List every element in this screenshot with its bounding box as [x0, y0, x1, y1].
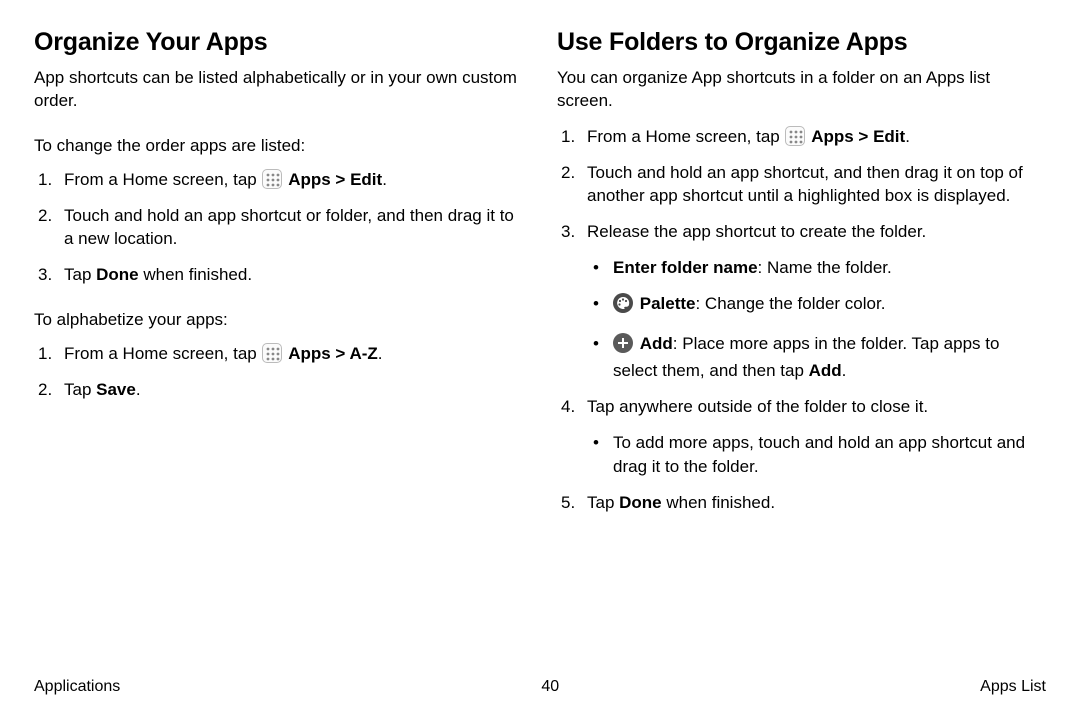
change-order-list: From a Home screen, tap Apps > Edit. Tou…	[34, 168, 523, 287]
apps-grid-icon	[262, 169, 282, 189]
text: .	[378, 344, 383, 363]
bold-text: Done	[96, 265, 139, 284]
list-item: To add more apps, touch and hold an app …	[587, 431, 1046, 479]
list-item: Touch and hold an app shortcut or folder…	[34, 204, 523, 252]
bold-text: Palette	[640, 294, 696, 313]
list-item: Touch and hold an app shortcut, and then…	[557, 161, 1046, 209]
text: Tap	[64, 380, 96, 399]
text: Tap anywhere outside of the folder to cl…	[587, 397, 928, 416]
bold-text: Apps > Edit	[288, 170, 382, 189]
heading-organize: Organize Your Apps	[34, 28, 523, 57]
bold-text: Save	[96, 380, 136, 399]
text: .	[136, 380, 141, 399]
alphabetize-list: From a Home screen, tap Apps > A-Z. Tap …	[34, 342, 523, 402]
bold-text: Add	[809, 361, 842, 380]
content-columns: Organize Your Apps App shortcuts can be …	[34, 28, 1046, 668]
plus-circle-icon	[613, 333, 633, 360]
bold-text: Apps > Edit	[811, 127, 905, 146]
page-footer: Applications 40 Apps List	[34, 678, 1046, 696]
apps-grid-icon	[785, 126, 805, 146]
text: .	[842, 361, 847, 380]
list-item: Palette: Change the folder color.	[587, 292, 1046, 320]
sub-change-order: To change the order apps are listed:	[34, 135, 523, 158]
intro-text: App shortcuts can be listed alphabetical…	[34, 67, 523, 113]
folders-list: From a Home screen, tap Apps > Edit. Tou…	[557, 125, 1046, 515]
text: From a Home screen, tap	[587, 127, 784, 146]
left-column: Organize Your Apps App shortcuts can be …	[34, 28, 523, 668]
text: From a Home screen, tap	[64, 170, 261, 189]
text: Release the app shortcut to create the f…	[587, 222, 926, 241]
bold-text: Done	[619, 493, 662, 512]
text: Tap	[587, 493, 619, 512]
text: : Change the folder color.	[695, 294, 885, 313]
heading-folders: Use Folders to Organize Apps	[557, 28, 1046, 57]
text: Tap	[64, 265, 96, 284]
text: : Name the folder.	[758, 258, 892, 277]
bold-text: Add	[640, 334, 673, 353]
footer-left: Applications	[34, 678, 120, 696]
text: when finished.	[139, 265, 252, 284]
bold-text: Enter folder name	[613, 258, 758, 277]
text: .	[382, 170, 387, 189]
list-item: Enter folder name: Name the folder.	[587, 256, 1046, 280]
bold-text: Apps > A-Z	[288, 344, 378, 363]
sub-bullets: Enter folder name: Name the folder. Pale…	[587, 256, 1046, 383]
list-item: Release the app shortcut to create the f…	[557, 220, 1046, 383]
sub-bullets: To add more apps, touch and hold an app …	[587, 431, 1046, 479]
sub-alphabetize: To alphabetize your apps:	[34, 309, 523, 332]
list-item: Tap Done when finished.	[34, 263, 523, 287]
page-number: 40	[541, 678, 559, 696]
list-item: From a Home screen, tap Apps > Edit.	[34, 168, 523, 192]
palette-icon	[613, 293, 633, 320]
apps-grid-icon	[262, 343, 282, 363]
text: .	[905, 127, 910, 146]
text: when finished.	[662, 493, 775, 512]
list-item: Add: Place more apps in the folder. Tap …	[587, 332, 1046, 384]
list-item: Tap Done when finished.	[557, 491, 1046, 515]
footer-right: Apps List	[980, 678, 1046, 696]
list-item: Tap anywhere outside of the folder to cl…	[557, 395, 1046, 478]
list-item: From a Home screen, tap Apps > Edit.	[557, 125, 1046, 149]
right-column: Use Folders to Organize Apps You can org…	[557, 28, 1046, 668]
list-item: Tap Save.	[34, 378, 523, 402]
intro-text: You can organize App shortcuts in a fold…	[557, 67, 1046, 113]
text: From a Home screen, tap	[64, 344, 261, 363]
list-item: From a Home screen, tap Apps > A-Z.	[34, 342, 523, 366]
